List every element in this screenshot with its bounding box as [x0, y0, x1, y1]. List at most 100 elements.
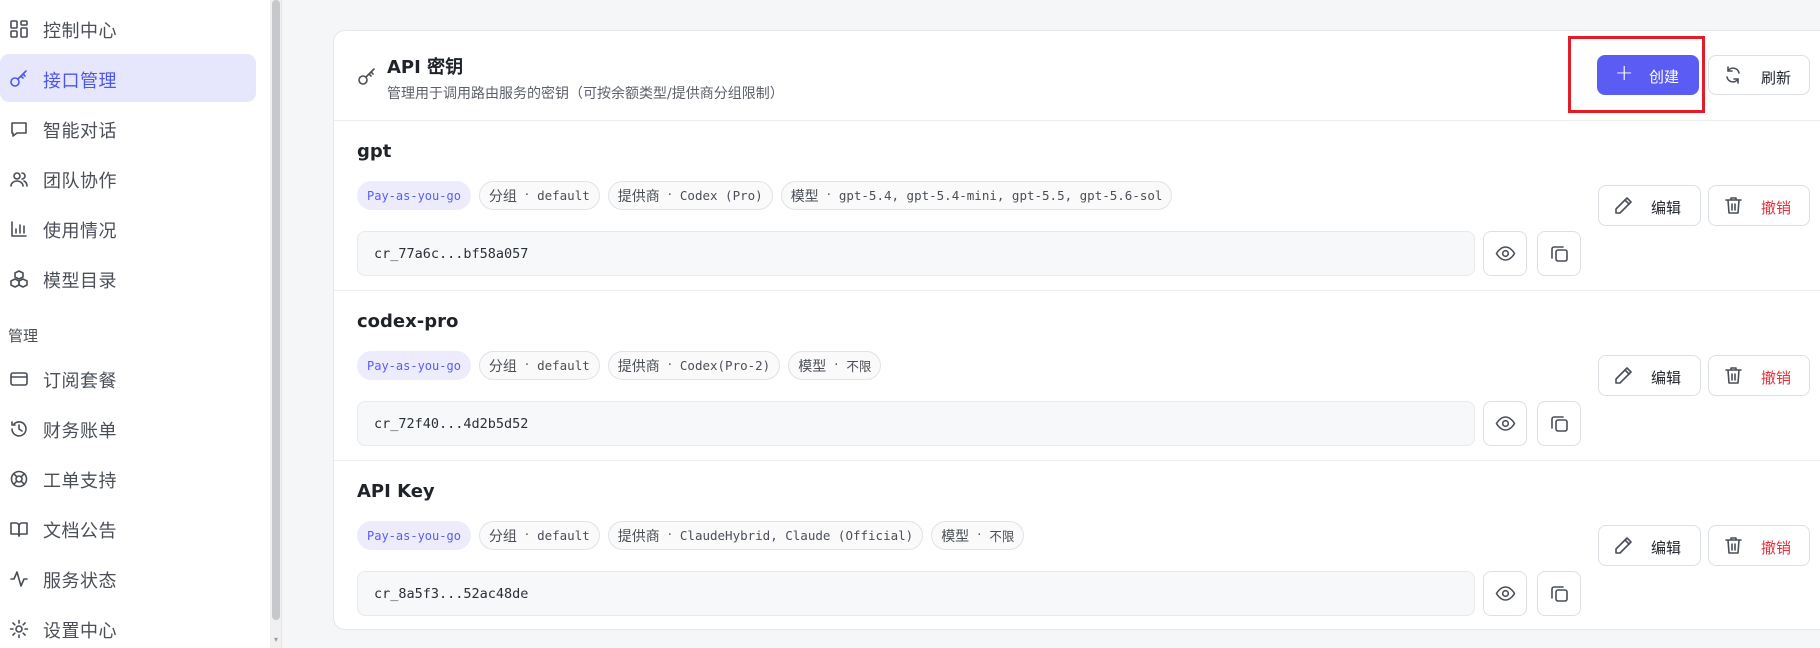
sidebar-item-chat[interactable]: 智能对话 [0, 104, 256, 152]
sidebar-item-status[interactable]: 服务状态 [0, 554, 256, 602]
bar-chart-icon [9, 219, 29, 239]
edit-button[interactable]: 编辑 [1598, 525, 1701, 566]
chat-bubble-icon [9, 119, 29, 139]
edit-button[interactable]: 编辑 [1598, 355, 1701, 396]
trash-icon [1723, 365, 1744, 386]
reveal-key-button[interactable] [1483, 231, 1527, 276]
history-icon [9, 419, 29, 439]
group-tag-value: default [537, 188, 590, 203]
sidebar-item-subscription[interactable]: 订阅套餐 [0, 354, 256, 402]
create-key-button[interactable]: + 创建 [1597, 55, 1699, 95]
model-tag: 模型 · gpt-5.4, gpt-5.4-mini, gpt-5.5, gpt-5… [780, 181, 1173, 210]
key-icon [356, 66, 378, 88]
trash-icon [1723, 535, 1744, 556]
key-name: gpt [357, 141, 392, 162]
lifebuoy-icon [9, 469, 29, 489]
card-header: API 密钥 管理用于调用路由服务的密钥（可按余额类型/提供商分组限制） + 创… [334, 31, 1820, 121]
boxes-icon [9, 269, 29, 289]
copy-icon [1549, 243, 1570, 264]
page-subtitle: 管理用于调用路由服务的密钥（可按余额类型/提供商分组限制） [387, 86, 784, 102]
sidebar-item-label: 工单支持 [43, 471, 117, 492]
copy-key-button[interactable] [1537, 401, 1581, 446]
revoke-button[interactable]: 撤销 [1708, 185, 1810, 226]
book-open-icon [9, 519, 29, 539]
page-title: API 密钥 [387, 57, 464, 78]
sidebar-scrollbar-thumb[interactable] [272, 0, 280, 620]
copy-icon [1549, 413, 1570, 434]
provider-tag: 提供商 · ClaudeHybrid, Claude (Official) [607, 521, 924, 550]
sidebar-item-usage[interactable]: 使用情况 [0, 204, 256, 252]
sidebar-item-billing[interactable]: 财务账单 [0, 404, 256, 452]
sidebar-item-team[interactable]: 团队协作 [0, 154, 256, 202]
model-tag-value: gpt-5.4, gpt-5.4-mini, gpt-5.5, gpt-5.6-… [838, 188, 1163, 203]
group-tag-key: 分组 [488, 357, 517, 374]
key-icon [9, 69, 29, 89]
sidebar-item-label: 文档公告 [43, 521, 117, 542]
model-tag-value: 不限 [846, 359, 872, 374]
eye-icon [1495, 413, 1516, 434]
plan-badge: Pay-as-you-go [357, 351, 471, 380]
sidebar-item-label: 订阅套餐 [43, 371, 117, 392]
sidebar-item-label: 模型目录 [43, 271, 117, 292]
reveal-key-button[interactable] [1483, 571, 1527, 616]
plus-icon: + [1615, 61, 1634, 86]
edit-button-label: 编辑 [1651, 369, 1682, 387]
sidebar-item-support[interactable]: 工单支持 [0, 454, 256, 502]
model-tag-key: 模型 [790, 187, 819, 204]
sidebar: 控制中心 接口管理 智能对话 团队协作 使用情况 模型目录 管理 订阅套餐 财务… [0, 0, 270, 648]
api-keys-card: API 密钥 管理用于调用路由服务的密钥（可按余额类型/提供商分组限制） + 创… [333, 30, 1820, 630]
group-tag: 分组 · default [478, 351, 600, 380]
eye-icon [1495, 243, 1516, 264]
group-tag-value: default [537, 358, 590, 373]
copy-key-button[interactable] [1537, 571, 1581, 616]
api-key-row: codex-pro Pay-as-you-go 分组 · default 提供商 · C… [334, 291, 1820, 461]
masked-key-field[interactable]: cr_77a6c...bf58a057 [357, 231, 1475, 276]
key-name: API Key [357, 481, 435, 502]
group-tag-key: 分组 [488, 527, 517, 544]
provider-tag-key: 提供商 [617, 357, 660, 374]
sidebar-item-docs[interactable]: 文档公告 [0, 504, 256, 552]
model-tag-key: 模型 [798, 357, 827, 374]
sidebar-item-label: 接口管理 [43, 71, 117, 92]
api-key-row: gpt Pay-as-you-go 分组 · default 提供商 · Codex (… [334, 121, 1820, 291]
sidebar-item-label: 控制中心 [43, 21, 117, 42]
pencil-icon [1613, 195, 1634, 216]
provider-tag: 提供商 · Codex (Pro) [607, 181, 773, 210]
sidebar-item-label: 智能对话 [43, 121, 117, 142]
revoke-button[interactable]: 撤销 [1708, 355, 1810, 396]
scroll-down-arrow-icon[interactable]: ▾ [272, 636, 280, 644]
refresh-button[interactable]: 刷新 [1708, 55, 1810, 95]
copy-key-button[interactable] [1537, 231, 1581, 276]
group-tag-key: 分组 [488, 187, 517, 204]
masked-key-field[interactable]: cr_8a5f3...52ac48de [357, 571, 1475, 616]
group-tag: 分组 · default [478, 181, 600, 210]
copy-icon [1549, 583, 1570, 604]
reveal-key-button[interactable] [1483, 401, 1527, 446]
sidebar-item-settings[interactable]: 设置中心 [0, 604, 256, 648]
revoke-button-label: 撤销 [1761, 199, 1792, 217]
sidebar-item-label: 设置中心 [43, 621, 117, 642]
sidebar-item-api[interactable]: 接口管理 [0, 54, 256, 102]
create-button-label: 创建 [1649, 68, 1680, 86]
model-tag-key: 模型 [941, 527, 970, 544]
edit-button[interactable]: 编辑 [1598, 185, 1701, 226]
key-tags: Pay-as-you-go 分组 · default 提供商 · Codex(Pro-2… [357, 351, 882, 380]
provider-tag: 提供商 · Codex(Pro-2) [607, 351, 781, 380]
sidebar-item-label: 财务账单 [43, 421, 117, 442]
sidebar-item-models[interactable]: 模型目录 [0, 254, 256, 302]
gear-icon [9, 619, 29, 639]
credit-card-icon [9, 369, 29, 389]
provider-tag-key: 提供商 [617, 527, 660, 544]
pencil-icon [1613, 365, 1634, 386]
edit-button-label: 编辑 [1651, 539, 1682, 557]
revoke-button-label: 撤销 [1761, 369, 1792, 387]
pencil-icon [1613, 535, 1634, 556]
edit-button-label: 编辑 [1651, 199, 1682, 217]
group-tag: 分组 · default [478, 521, 600, 550]
plan-badge: Pay-as-you-go [357, 181, 471, 210]
revoke-button[interactable]: 撤销 [1708, 525, 1810, 566]
masked-key-field[interactable]: cr_72f40...4d2b5d52 [357, 401, 1475, 446]
users-icon [9, 169, 29, 189]
key-name: codex-pro [357, 311, 459, 332]
sidebar-item-dashboard[interactable]: 控制中心 [0, 4, 256, 52]
